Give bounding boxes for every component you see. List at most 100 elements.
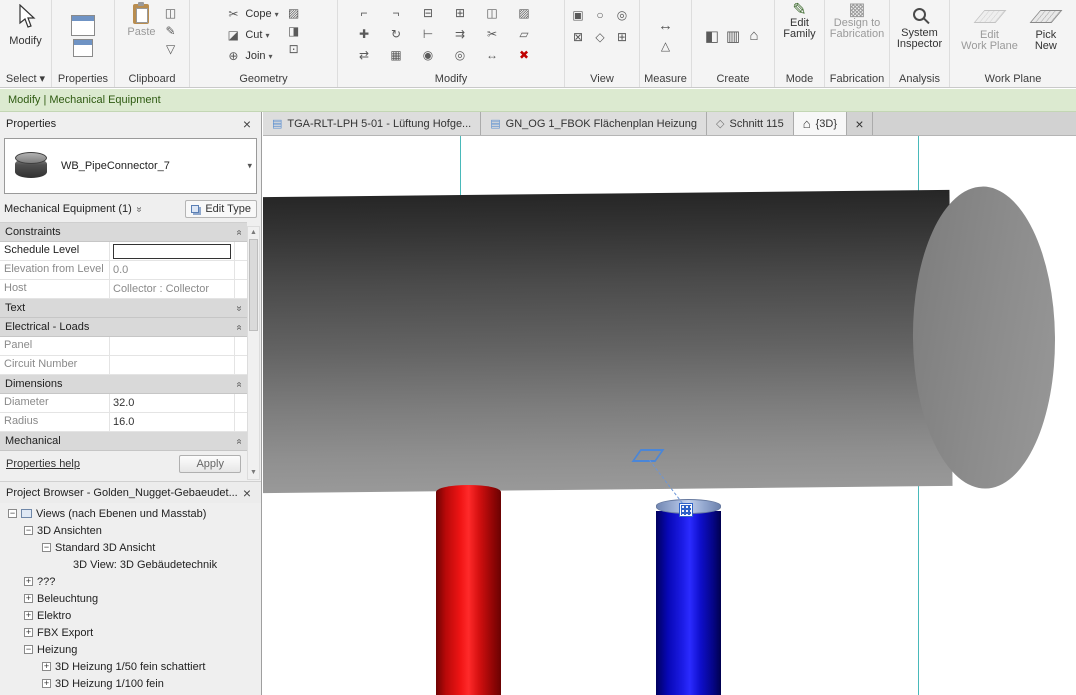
join-dropdown-icon[interactable]: ▾	[269, 52, 273, 61]
unpin-icon[interactable]: ◎	[451, 46, 469, 63]
cut-button[interactable]: ◪ Cut ▾	[224, 25, 278, 45]
view-tab-schnitt-115[interactable]: ◇Schnitt 115	[707, 112, 794, 135]
split-face-icon[interactable]: ◨	[285, 22, 303, 39]
scroll-down-icon[interactable]: ▼	[248, 467, 259, 479]
delete-icon[interactable]: ✖	[515, 46, 533, 63]
view-tab-flaechenplan[interactable]: ▤GN_OG 1_FBOK Flächenplan Heizung	[481, 112, 707, 135]
collapse-expander-icon[interactable]: −	[42, 543, 51, 552]
modify-tool-button[interactable]: Modify	[6, 2, 44, 49]
collapse-expander-icon[interactable]: −	[8, 509, 17, 518]
collapse-icon[interactable]: »	[234, 381, 245, 387]
cope-button[interactable]: ✂ Cope ▾	[224, 4, 278, 24]
edit-family-button[interactable]: ✎ Edit Family	[780, 2, 818, 42]
expand-icon[interactable]: »	[234, 305, 245, 311]
3d-viewport[interactable]	[263, 136, 1076, 695]
pin-icon[interactable]: ◉	[419, 46, 437, 63]
measure-icon[interactable]: ↔	[657, 17, 675, 34]
camera-icon[interactable]: ◇	[591, 28, 609, 45]
tree-item-heizung[interactable]: −Heizung	[0, 641, 261, 658]
design-to-fabrication-button[interactable]: ▩ Design to Fabrication	[827, 2, 887, 42]
schedule-level-input[interactable]	[113, 244, 231, 259]
expand-expander-icon[interactable]: +	[42, 662, 51, 671]
param-section-dimensions[interactable]: Dimensions»	[0, 375, 247, 394]
tree-item-standard-3d-ansicht[interactable]: −Standard 3D Ansicht	[0, 539, 261, 556]
pick-new-host-button[interactable]: Pick New	[1024, 2, 1068, 54]
ribbon-group-label-select[interactable]: Select ▾	[0, 71, 51, 87]
collector-body[interactable]	[263, 190, 953, 493]
tree-item-views[interactable]: −Views (nach Ebenen und Masstab)	[0, 505, 261, 522]
properties-palette-icon[interactable]	[71, 15, 95, 36]
match-type-properties-icon[interactable]: ✎	[162, 22, 180, 39]
tree-item-fbx-export[interactable]: +FBX Export	[0, 624, 261, 641]
move-icon[interactable]: ✚	[355, 25, 373, 42]
demolish-icon[interactable]: ⊡	[285, 40, 303, 57]
grids-icon[interactable]: ⊞	[613, 28, 631, 45]
element-filter[interactable]: Mechanical Equipment (1)	[4, 203, 132, 215]
param-section-mechanical[interactable]: Mechanical»	[0, 432, 247, 451]
move-grip-handle[interactable]	[680, 504, 692, 516]
filter-dropdown-icon[interactable]: »	[133, 206, 144, 212]
rotate-icon[interactable]: ↻	[387, 25, 405, 42]
collapse-icon[interactable]: »	[234, 324, 245, 330]
split-icon[interactable]: ✂	[483, 25, 501, 42]
paste-button[interactable]: Paste	[124, 2, 158, 40]
edit-work-plane-button[interactable]: Edit Work Plane	[958, 2, 1021, 54]
lining-icon[interactable]: ▥	[724, 27, 742, 44]
view-tab-lueftung[interactable]: ▤TGA-RLT-LPH 5-01 - Lüftung Hofge...	[263, 112, 481, 135]
cope-dropdown-icon[interactable]: ▾	[275, 10, 279, 19]
tree-item-unknown[interactable]: +???	[0, 573, 261, 590]
beam-joins-icon[interactable]: ⊞	[451, 4, 469, 21]
expand-expander-icon[interactable]: +	[24, 594, 33, 603]
project-browser-close-button[interactable]: ×	[239, 485, 255, 501]
collapse-expander-icon[interactable]: −	[24, 526, 33, 535]
type-selector[interactable]: WB_PipeConnector_7 ▾	[4, 138, 257, 194]
expand-expander-icon[interactable]: +	[42, 679, 51, 688]
expand-expander-icon[interactable]: +	[24, 577, 33, 586]
copy-tool-icon[interactable]: ◫	[483, 4, 501, 21]
cut-dropdown-icon[interactable]: ▾	[265, 31, 269, 40]
red-pipe[interactable]	[436, 485, 501, 695]
edit-type-button[interactable]: Edit Type	[185, 200, 257, 218]
blue-pipe[interactable]	[656, 511, 721, 695]
system-inspector-button[interactable]: System Inspector	[894, 2, 945, 52]
scroll-up-icon[interactable]: ▲	[248, 227, 259, 239]
collapse-expander-icon[interactable]: −	[24, 645, 33, 654]
section-box-icon[interactable]: ⊠	[569, 28, 587, 45]
properties-toggle-icon[interactable]	[73, 39, 93, 57]
tree-item-heizung-1-50[interactable]: +3D Heizung 1/50 fein schattiert	[0, 658, 261, 675]
paint-bucket-icon[interactable]: ▨	[515, 4, 533, 21]
dimension-icon[interactable]: △	[657, 37, 675, 54]
param-section-electrical-loads[interactable]: Electrical - Loads»	[0, 318, 247, 337]
array-icon[interactable]: ▦	[387, 46, 405, 63]
cut-profile-icon[interactable]: ⌐	[355, 4, 373, 21]
offset-icon[interactable]: ⇉	[451, 25, 469, 42]
collapse-icon[interactable]: »	[234, 229, 245, 235]
paint-icon[interactable]: ▨	[285, 4, 303, 21]
copy-icon[interactable]: ◫	[162, 4, 180, 21]
reveal-hidden-icon[interactable]: ◎	[613, 6, 631, 23]
join-button[interactable]: ⊕ Join ▾	[224, 46, 278, 66]
hide-elements-icon[interactable]: ○	[591, 6, 609, 23]
param-section-text[interactable]: Text»	[0, 299, 247, 318]
insulation-icon[interactable]: ◧	[703, 27, 721, 44]
tree-item-heizung-1-100[interactable]: +3D Heizung 1/100 fein	[0, 675, 261, 692]
apply-coping-icon[interactable]: ¬	[387, 4, 405, 21]
filter-icon[interactable]: ▽	[162, 40, 180, 57]
scrollbar-thumb[interactable]	[249, 239, 258, 331]
tree-item-3d-ansichten[interactable]: −3D Ansichten	[0, 522, 261, 539]
properties-scrollbar[interactable]: ▲ ▼	[247, 226, 260, 480]
expand-expander-icon[interactable]: +	[24, 611, 33, 620]
trim-icon[interactable]: ⊢	[419, 25, 437, 42]
apply-button[interactable]: Apply	[179, 455, 241, 473]
collapse-icon[interactable]: »	[234, 438, 245, 444]
properties-close-button[interactable]: ×	[239, 116, 255, 132]
tree-item-beleuchtung[interactable]: +Beleuchtung	[0, 590, 261, 607]
view-tab-3d[interactable]: ⌂{3D}	[794, 112, 847, 135]
tree-item-3d-view-gebaeudetechnik[interactable]: 3D View: 3D Gebäudetechnik	[0, 556, 261, 573]
mirror-icon[interactable]: ⇄	[355, 46, 373, 63]
param-section-constraints[interactable]: Constraints»	[0, 223, 247, 242]
properties-help-link[interactable]: Properties help	[6, 458, 80, 470]
view-templates-icon[interactable]: ▣	[569, 6, 587, 23]
tree-item-elektro[interactable]: +Elektro	[0, 607, 261, 624]
type-selector-dropdown-icon[interactable]: ▾	[247, 161, 252, 172]
